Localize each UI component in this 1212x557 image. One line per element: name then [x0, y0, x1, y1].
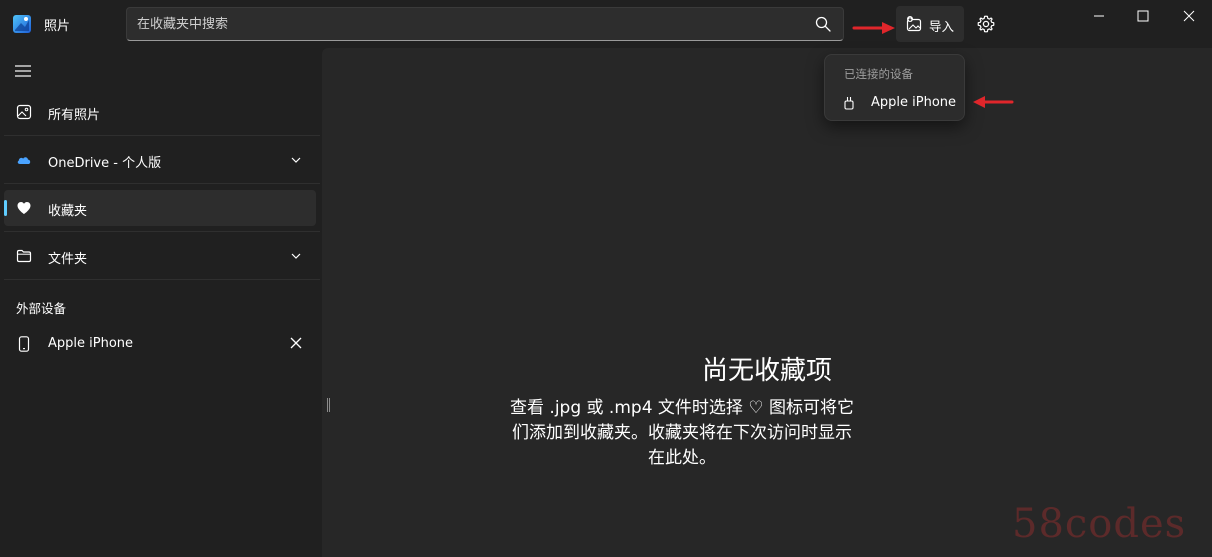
import-button[interactable]: 导入 [896, 6, 964, 42]
search-icon[interactable] [815, 16, 831, 32]
sidebar-item-label: Apple iPhone [48, 336, 134, 351]
gear-icon[interactable] [976, 14, 996, 34]
import-dropdown-menu: 已连接的设备 Apple iPhone [824, 54, 965, 121]
heart-icon [17, 202, 31, 214]
search-input[interactable] [127, 8, 807, 40]
chevron-down-icon[interactable] [290, 154, 302, 166]
sidebar-item-label: 所有照片 [48, 108, 101, 123]
search-box[interactable] [126, 7, 844, 41]
pane-resize-handle[interactable] [327, 398, 330, 412]
annotation-arrow-icon [852, 22, 895, 34]
watermark: 58codes [1012, 501, 1187, 547]
sidebar: 所有照片 OneDrive - 个人版 收藏夹 文件夹 外部设备 Apple i… [0, 48, 322, 557]
image-icon [16, 104, 32, 120]
cloud-icon [17, 157, 31, 164]
sidebar-item-onedrive[interactable]: OneDrive - 个人版 [4, 142, 316, 178]
main-content: 尚无收藏项 查看 .jpg 或 .mp4 文件时选择 ♡ 图标可将它们添加到收藏… [322, 48, 1212, 557]
sidebar-divider [4, 279, 320, 280]
sidebar-item-folders[interactable]: 文件夹 [4, 238, 316, 274]
sidebar-item-apple-iphone[interactable]: Apple iPhone [4, 326, 316, 362]
photos-logo-icon [13, 15, 31, 33]
dropdown-header: 已连接的设备 [844, 67, 913, 81]
import-photo-icon [906, 16, 922, 32]
sidebar-divider [4, 183, 320, 184]
annotation-arrow-icon [973, 96, 1014, 108]
minimize-icon[interactable] [1076, 0, 1122, 32]
close-window-icon[interactable] [1166, 0, 1212, 32]
close-icon[interactable] [290, 337, 302, 349]
sidebar-item-favorites[interactable]: 收藏夹 [4, 190, 316, 226]
sidebar-item-label: 收藏夹 [48, 204, 88, 219]
phone-icon [18, 336, 30, 352]
import-button-label: 导入 [929, 19, 955, 34]
app-title: 照片 [44, 19, 71, 34]
title-bar: 照片 导入 [0, 0, 1212, 48]
maximize-icon[interactable] [1120, 0, 1166, 32]
chevron-down-icon[interactable] [290, 250, 302, 262]
empty-state-description: 查看 .jpg 或 .mp4 文件时选择 ♡ 图标可将它们添加到收藏夹。收藏夹将… [510, 398, 854, 468]
empty-state-title: 尚无收藏项 [701, 356, 832, 386]
photos-app-window: 照片 导入 [0, 0, 1212, 557]
sidebar-item-label: OneDrive - 个人版 [48, 156, 162, 171]
sidebar-divider [4, 231, 320, 232]
dropdown-item-label: Apple iPhone [871, 95, 957, 110]
dropdown-item-apple-iphone[interactable]: Apple iPhone [829, 89, 960, 117]
usb-plug-icon [844, 97, 854, 110]
external-devices-heading: 外部设备 [16, 301, 67, 316]
sidebar-item-all-photos[interactable]: 所有照片 [4, 94, 316, 130]
sidebar-divider [4, 135, 320, 136]
sidebar-item-label: 文件夹 [48, 252, 88, 267]
hamburger-menu-icon[interactable] [14, 64, 32, 78]
folder-icon [16, 249, 32, 263]
